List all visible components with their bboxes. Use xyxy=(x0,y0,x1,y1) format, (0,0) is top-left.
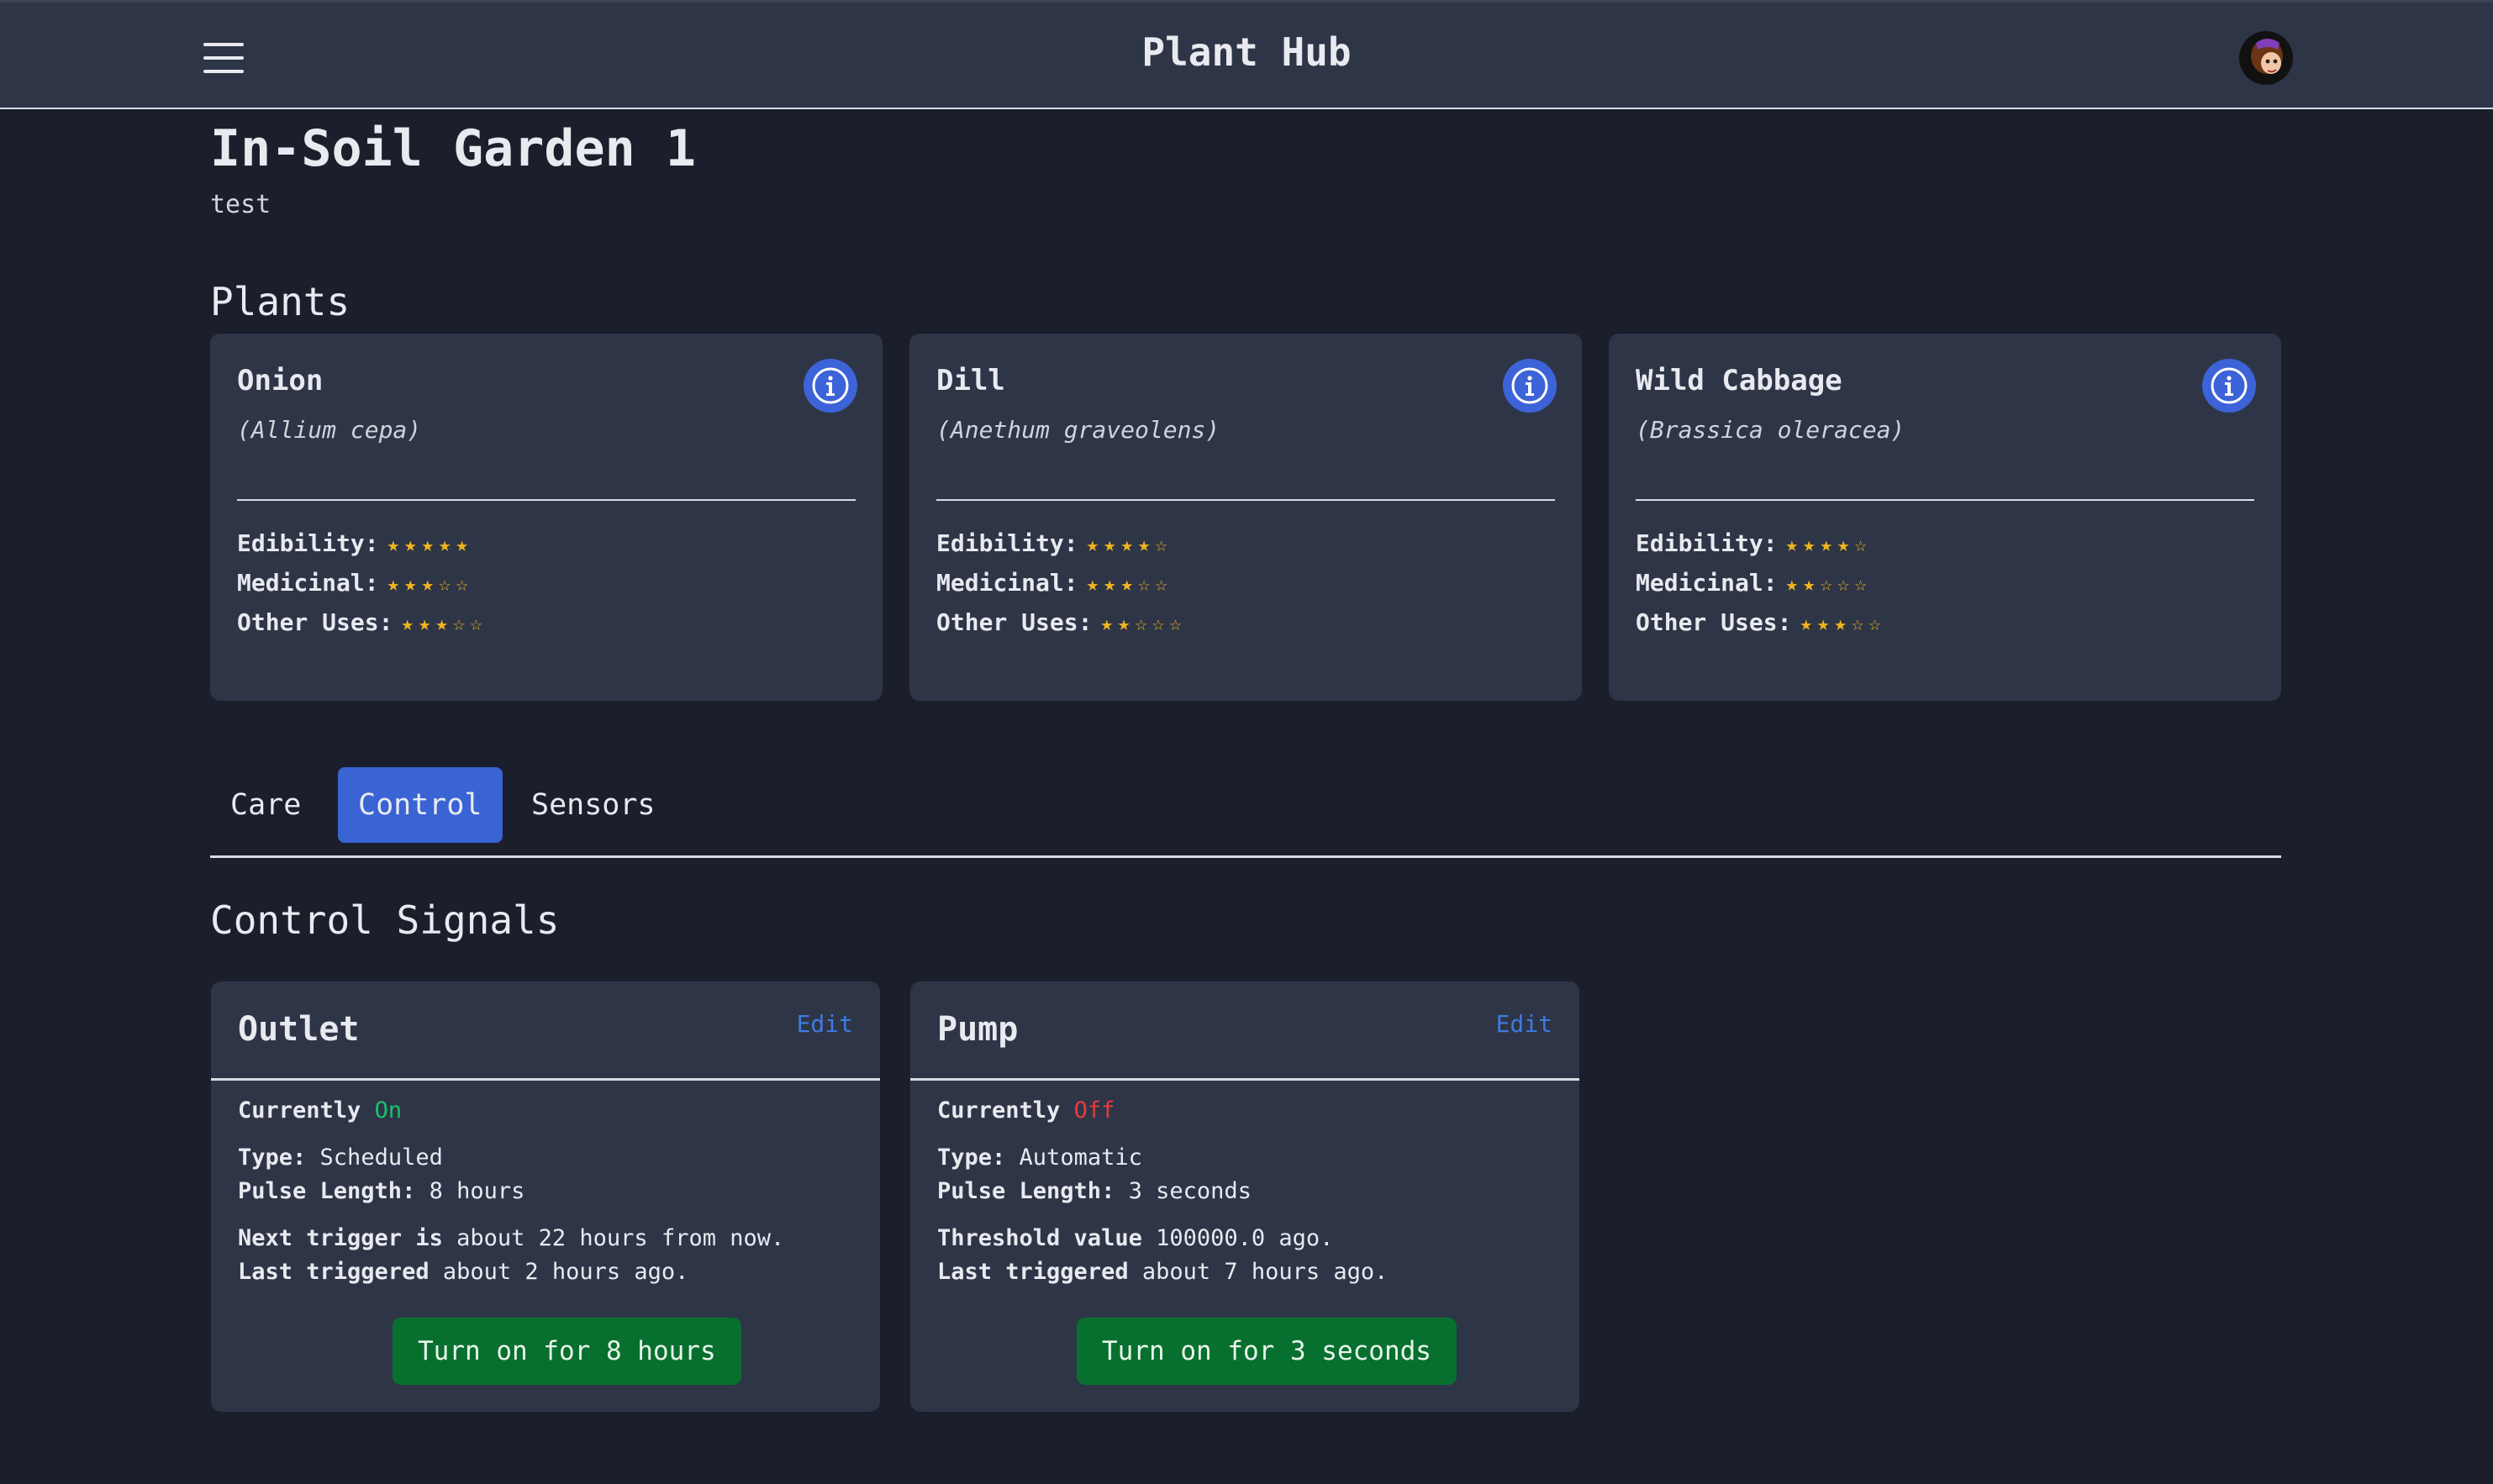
next-trigger-label: Next trigger is xyxy=(238,1225,443,1251)
avatar-icon xyxy=(2239,31,2293,85)
last-triggered-label: Last triggered xyxy=(937,1259,1129,1285)
star-rating: ★★★☆☆ xyxy=(387,572,473,596)
rating-label: Medicinal: xyxy=(237,569,379,597)
type-label: Type: xyxy=(937,1145,1006,1171)
next-trigger-value: about 22 hours from now. xyxy=(456,1225,785,1251)
medicinal-rating: Medicinal: ★★★☆☆ xyxy=(237,569,856,597)
star-rating: ★★★★★ xyxy=(387,533,473,556)
plant-scientific-name: (Anethum graveolens) xyxy=(936,416,1220,444)
pulse-value: 3 seconds xyxy=(1128,1178,1252,1204)
edibility-rating: Edibility: ★★★★★ xyxy=(237,529,856,557)
star-rating: ★★☆☆☆ xyxy=(1785,572,1872,596)
rating-label: Medicinal: xyxy=(936,569,1078,597)
card-divider xyxy=(1636,499,2254,501)
plant-card: Dill (Anethum graveolens) Edibility: ★★★★☆ M… xyxy=(909,334,1582,701)
last-triggered-value: about 2 hours ago. xyxy=(442,1259,689,1285)
plant-scientific-name: (Allium cepa) xyxy=(237,416,422,444)
edibility-rating: Edibility: ★★★★☆ xyxy=(936,529,1555,557)
control-section-title: Control Signals xyxy=(210,897,560,943)
currently-label: Currently xyxy=(937,1097,1061,1124)
pulse-label: Pulse Length: xyxy=(238,1178,416,1204)
medicinal-rating: Medicinal: ★★☆☆☆ xyxy=(1636,569,2254,597)
threshold-value: 100000.0 ago. xyxy=(1156,1225,1334,1251)
signal-card-pump: Pump Edit Currently Off Type: Automatic … xyxy=(910,981,1579,1412)
star-rating: ★★★☆☆ xyxy=(1800,612,1886,635)
info-icon[interactable] xyxy=(804,359,857,413)
state-value: On xyxy=(374,1097,403,1124)
top-bar: Plant Hub xyxy=(0,0,2493,109)
other-uses-rating: Other Uses: ★★☆☆☆ xyxy=(936,608,1555,636)
info-icon[interactable] xyxy=(1503,359,1557,413)
state-value: Off xyxy=(1073,1097,1115,1124)
tab-control[interactable]: Control xyxy=(338,767,503,843)
user-avatar[interactable] xyxy=(2239,31,2293,85)
signal-title: Outlet xyxy=(238,1010,360,1049)
signal-header: Outlet Edit xyxy=(211,981,880,1081)
rating-label: Edibility: xyxy=(1636,529,1778,557)
type-value: Automatic xyxy=(1019,1145,1142,1171)
threshold-label: Threshold value xyxy=(937,1225,1142,1251)
turn-on-button[interactable]: Turn on for 8 hours xyxy=(393,1318,741,1385)
type-value: Scheduled xyxy=(319,1145,443,1171)
rating-label: Edibility: xyxy=(237,529,379,557)
card-divider xyxy=(237,499,856,501)
edit-link[interactable]: Edit xyxy=(1496,1010,1552,1038)
other-uses-rating: Other Uses: ★★★☆☆ xyxy=(237,608,856,636)
pulse-value: 8 hours xyxy=(429,1178,525,1204)
last-triggered-value: about 7 hours ago. xyxy=(1141,1259,1389,1285)
plant-name: Onion xyxy=(237,364,324,397)
plant-name: Dill xyxy=(936,364,1005,397)
plant-card: Wild Cabbage (Brassica oleracea) Edibility… xyxy=(1609,334,2281,701)
rating-label: Other Uses: xyxy=(1636,608,1792,636)
app-title: Plant Hub xyxy=(1141,29,1352,75)
signal-details: Currently On Type: Scheduled Pulse Lengt… xyxy=(211,1081,880,1302)
turn-on-button[interactable]: Turn on for 3 seconds xyxy=(1077,1318,1457,1385)
plant-scientific-name: (Brassica oleracea) xyxy=(1636,416,1905,444)
star-rating: ★★★☆☆ xyxy=(1086,572,1173,596)
signal-header: Pump Edit xyxy=(910,981,1579,1081)
star-rating: ★★★★☆ xyxy=(1086,533,1173,556)
signal-card-outlet: Outlet Edit Currently On Type: Scheduled… xyxy=(211,981,880,1412)
edit-link[interactable]: Edit xyxy=(797,1010,853,1038)
other-uses-rating: Other Uses: ★★★☆☆ xyxy=(1636,608,2254,636)
page-title: In-Soil Garden 1 xyxy=(210,119,696,178)
star-rating: ★★★☆☆ xyxy=(401,612,488,635)
signal-title: Pump xyxy=(937,1010,1019,1049)
plant-card: Onion (Allium cepa) Edibility: ★★★★★ Medicin… xyxy=(210,334,883,701)
last-triggered-label: Last triggered xyxy=(238,1259,430,1285)
tabs-divider xyxy=(210,855,2281,858)
currently-label: Currently xyxy=(238,1097,361,1124)
rating-label: Edibility: xyxy=(936,529,1078,557)
medicinal-rating: Medicinal: ★★★☆☆ xyxy=(936,569,1555,597)
type-label: Type: xyxy=(238,1145,307,1171)
tab-care[interactable]: Care xyxy=(210,767,321,843)
pulse-label: Pulse Length: xyxy=(937,1178,1115,1204)
edibility-rating: Edibility: ★★★★☆ xyxy=(1636,529,2254,557)
card-divider xyxy=(936,499,1555,501)
signal-details: Currently Off Type: Automatic Pulse Leng… xyxy=(910,1081,1579,1302)
star-rating: ★★☆☆☆ xyxy=(1100,612,1187,635)
rating-label: Other Uses: xyxy=(237,608,393,636)
info-icon[interactable] xyxy=(2202,359,2256,413)
plants-section-title: Plants xyxy=(210,279,350,324)
plant-name: Wild Cabbage xyxy=(1636,364,1842,397)
page-subtitle: test xyxy=(210,190,271,219)
rating-label: Medicinal: xyxy=(1636,569,1778,597)
star-rating: ★★★★☆ xyxy=(1785,533,1872,556)
tab-sensors[interactable]: Sensors xyxy=(511,767,676,843)
rating-label: Other Uses: xyxy=(936,608,1093,636)
